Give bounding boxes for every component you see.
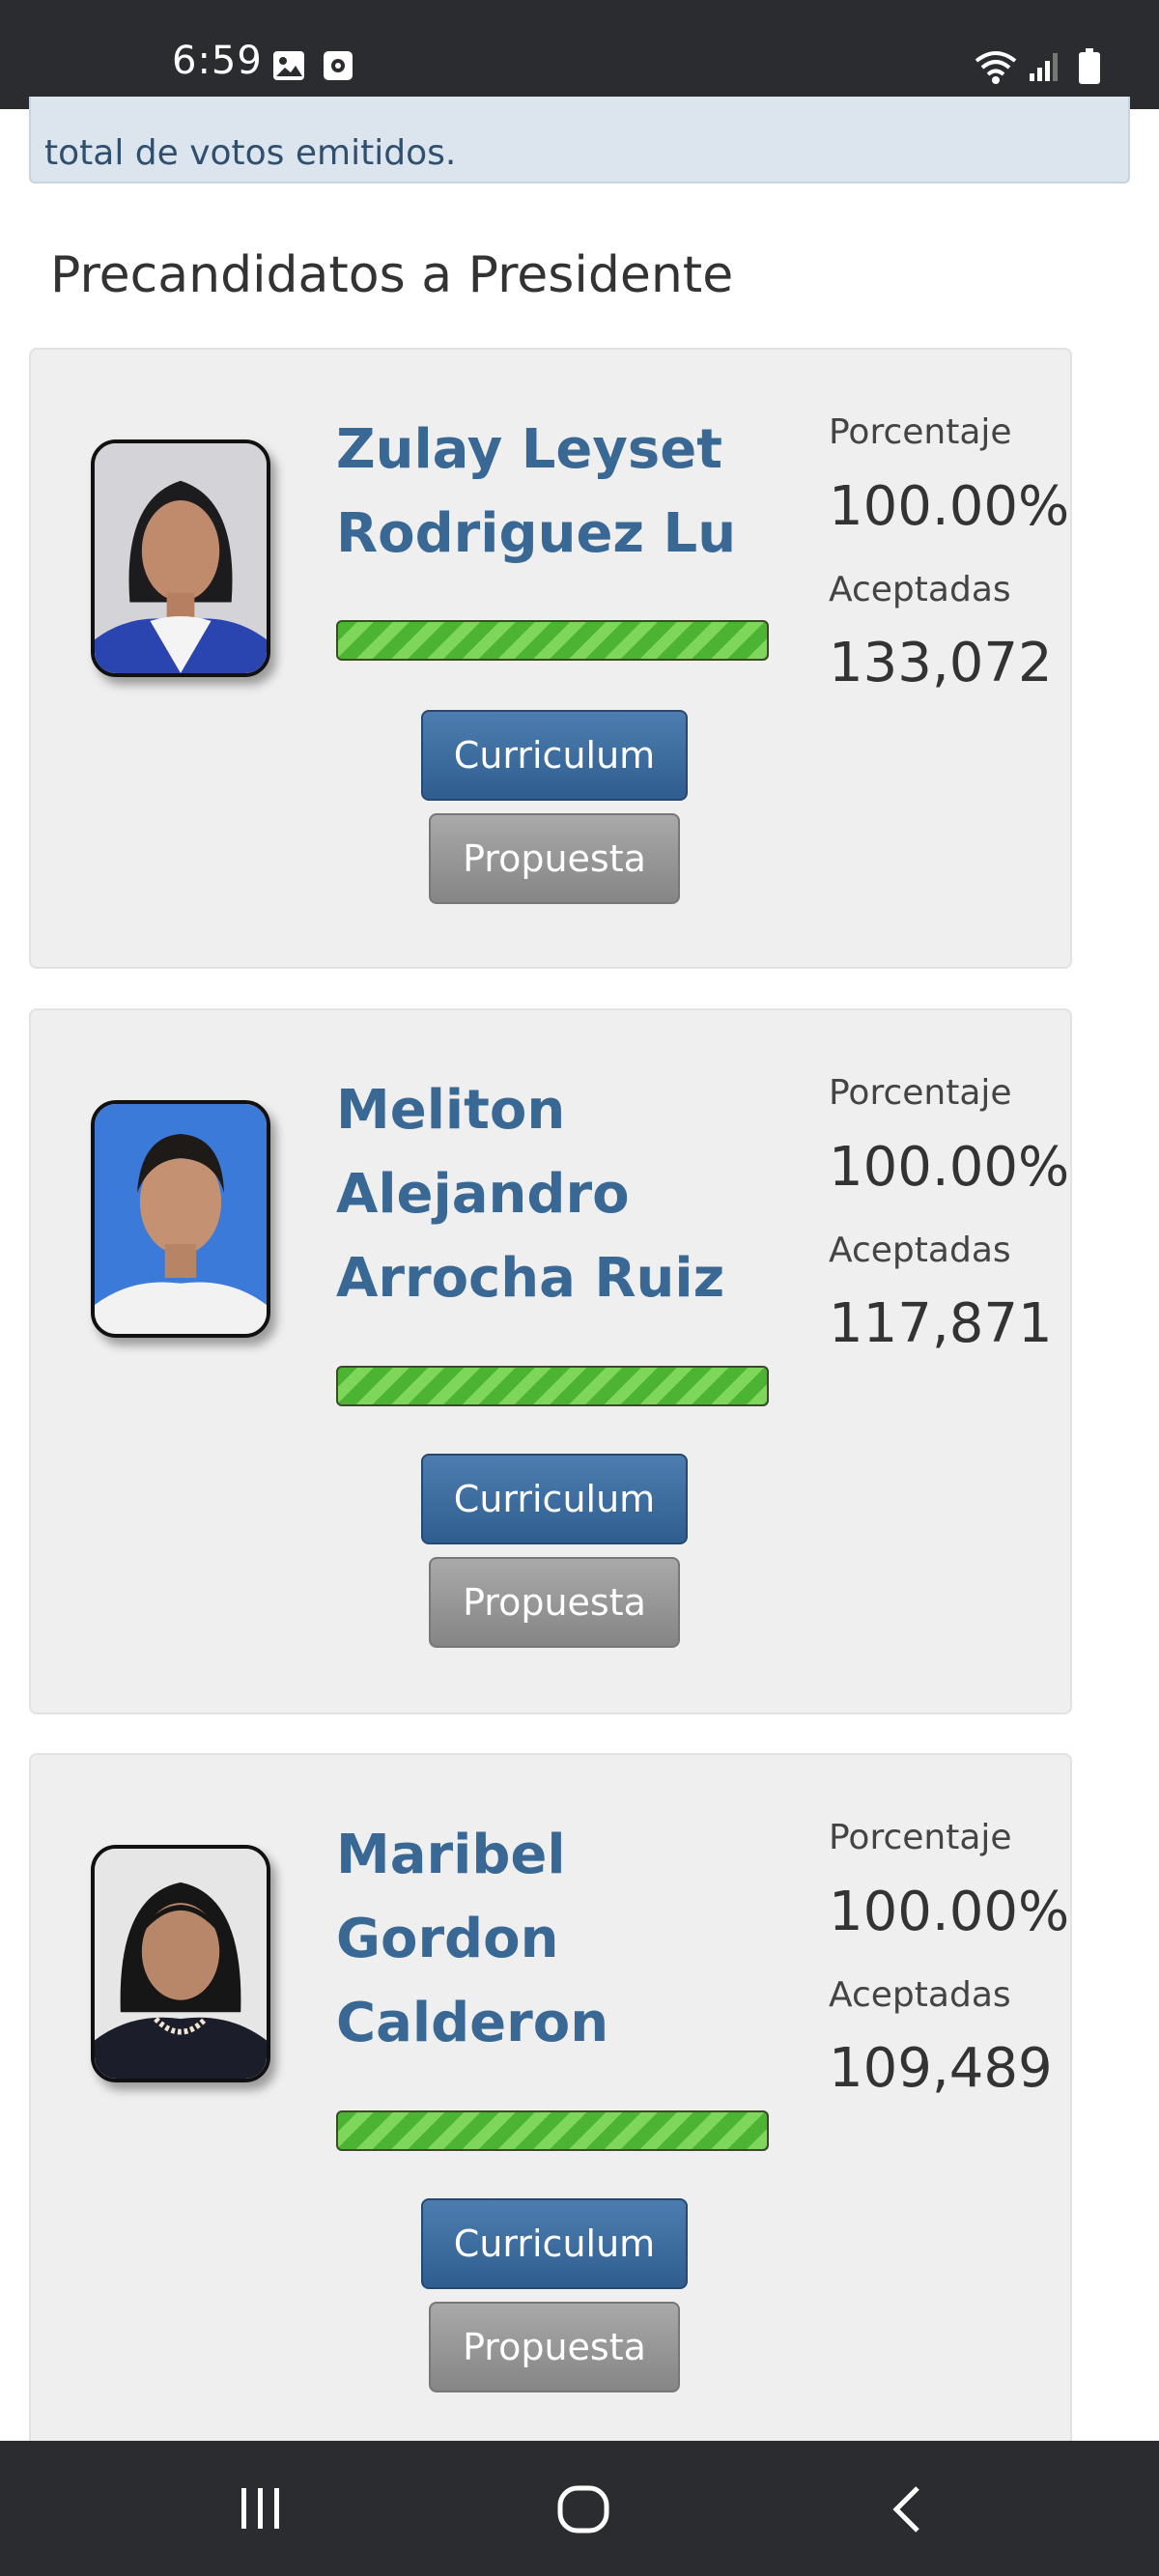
proposal-button[interactable]: Propuesta xyxy=(429,2302,680,2392)
info-box: total de votos emitidos. xyxy=(29,97,1130,184)
percentage-value: 100.00% xyxy=(829,1881,1070,1943)
section-title: Precandidatos a Presidente xyxy=(50,246,734,304)
percentage-value: 100.00% xyxy=(829,475,1070,538)
signal-icon xyxy=(1028,50,1060,87)
percentage-value: 100.00% xyxy=(829,1136,1070,1199)
candidate-name-line: Maribel xyxy=(336,1824,566,1886)
home-icon[interactable] xyxy=(556,2484,610,2538)
candidate-name[interactable]: Maribel Gordon Calderon xyxy=(336,1813,742,2065)
candidate-card: Maribel Gordon Calderon Curriculum Propu… xyxy=(29,1753,1072,2487)
curriculum-button[interactable]: Curriculum xyxy=(421,2198,688,2289)
candidate-photo xyxy=(91,1845,270,2082)
curriculum-button[interactable]: Curriculum xyxy=(421,710,688,801)
percentage-label: Porcentaje xyxy=(829,1073,1012,1113)
curriculum-button[interactable]: Curriculum xyxy=(421,1454,688,1544)
accepted-value: 109,489 xyxy=(829,2037,1053,2100)
candidate-name-line: Zulay Leyset xyxy=(336,418,722,481)
accepted-label: Aceptadas xyxy=(829,1231,1011,1270)
percentage-label: Porcentaje xyxy=(829,412,1012,452)
info-text: total de votos emitidos. xyxy=(44,133,457,173)
accepted-value: 117,871 xyxy=(829,1292,1053,1355)
candidate-name-line: Arrocha Ruiz xyxy=(336,1247,725,1310)
candidate-name-line: Meliton xyxy=(336,1079,566,1142)
percentage-label: Porcentaje xyxy=(829,1818,1012,1857)
screenshot-icon xyxy=(323,50,353,85)
proposal-button[interactable]: Propuesta xyxy=(429,1557,680,1648)
candidate-photo xyxy=(91,1100,270,1338)
accepted-label: Aceptadas xyxy=(829,570,1011,609)
recent-apps-icon[interactable] xyxy=(236,2484,286,2536)
candidate-name-line: Gordon xyxy=(336,1908,559,1970)
candidate-card: Meliton Alejandro Arrocha Ruiz Curriculu… xyxy=(29,1008,1072,1714)
battery-icon xyxy=(1078,48,1101,89)
back-icon[interactable] xyxy=(889,2484,927,2538)
proposal-button[interactable]: Propuesta xyxy=(429,813,680,904)
candidate-name[interactable]: Zulay Leyset Rodriguez Lu xyxy=(336,408,742,576)
status-time: 6:59 xyxy=(172,39,263,83)
candidate-name-line: Calderon xyxy=(336,1992,609,2054)
candidate-card: Zulay Leyset Rodriguez Lu Curriculum Pro… xyxy=(29,348,1072,969)
wifi-icon xyxy=(974,48,1018,89)
status-bar: 6:59 xyxy=(0,0,1159,109)
candidate-photo xyxy=(91,439,270,677)
candidate-name[interactable]: Meliton Alejandro Arrocha Ruiz xyxy=(336,1068,742,1320)
vote-progress-bar xyxy=(336,2110,769,2151)
accepted-label: Aceptadas xyxy=(829,1975,1011,2015)
accepted-value: 133,072 xyxy=(829,632,1053,694)
vote-progress-bar xyxy=(336,1366,769,1406)
candidate-name-line: Alejandro xyxy=(336,1163,630,1226)
vote-progress-bar xyxy=(336,620,769,661)
navigation-bar xyxy=(0,2441,1159,2576)
candidate-name-line: Rodriguez Lu xyxy=(336,502,737,565)
image-icon xyxy=(272,50,305,85)
